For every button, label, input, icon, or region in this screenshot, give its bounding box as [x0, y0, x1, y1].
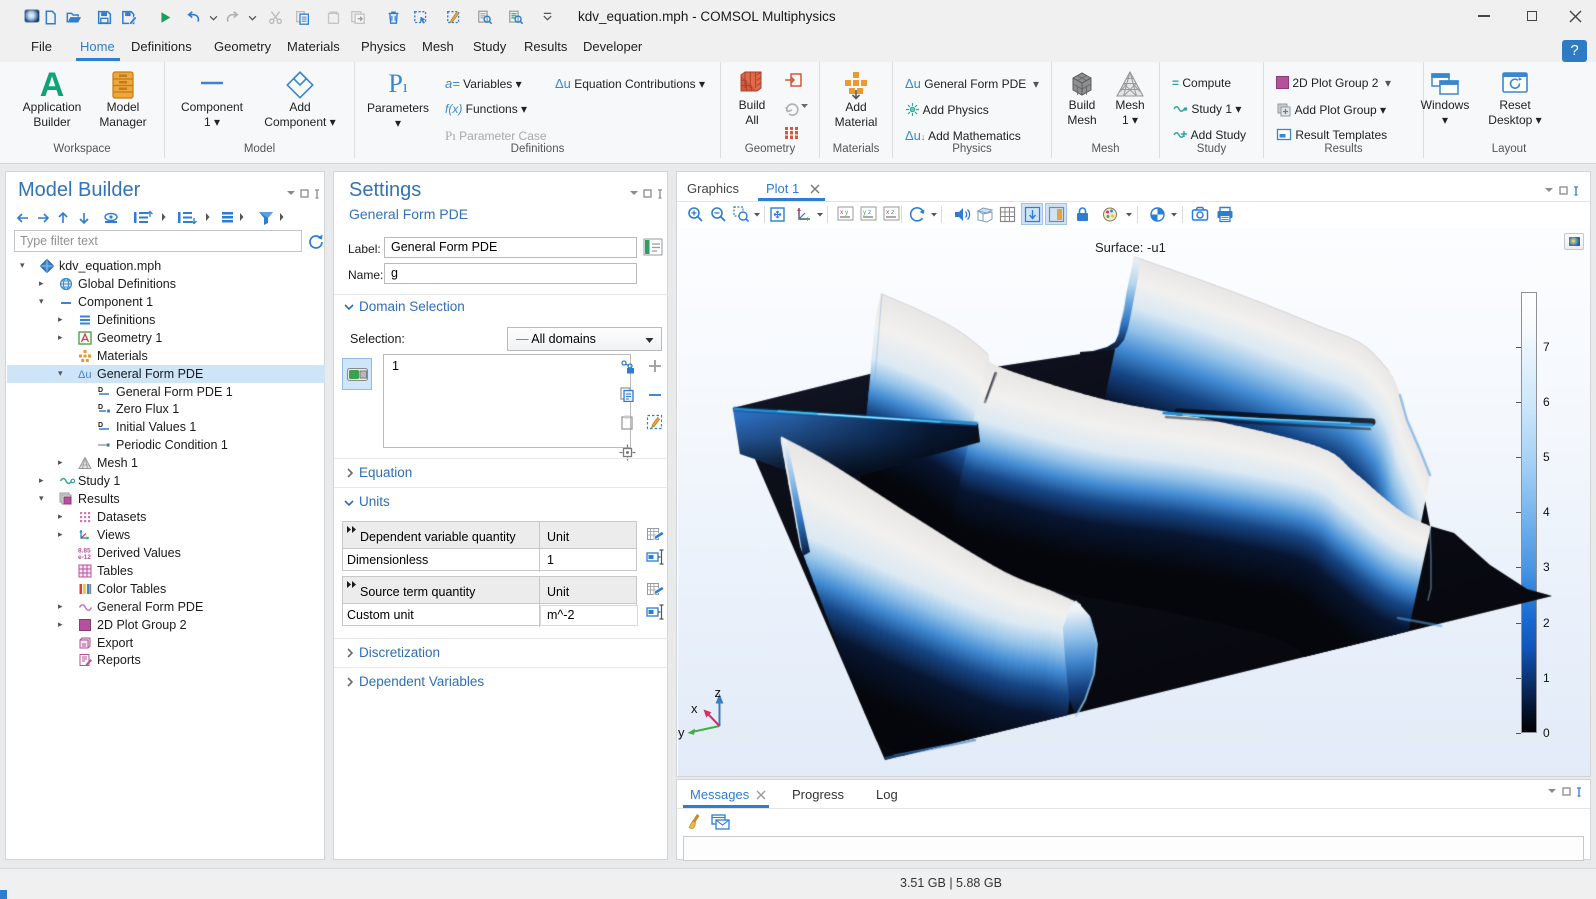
svg-text:z: z: [891, 209, 894, 216]
svg-text:e-12: e-12: [78, 554, 91, 560]
svg-text:Δu: Δu: [78, 369, 91, 381]
svg-text:x: x: [886, 209, 890, 216]
svg-text:z: z: [868, 209, 871, 216]
svg-text:D: D: [98, 422, 103, 429]
svg-text:D: D: [98, 404, 103, 411]
svg-text:y: y: [863, 209, 867, 216]
svg-text:y: y: [845, 209, 849, 216]
svg-text:D: D: [98, 387, 103, 394]
svg-text:x: x: [840, 209, 844, 216]
